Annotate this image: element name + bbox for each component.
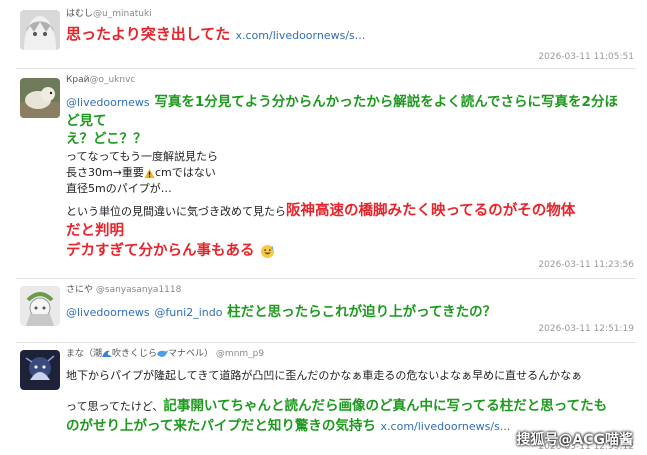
author-line: はむし@u_minatuki <box>66 8 636 20</box>
handle[interactable]: @mnm_p9 <box>216 349 264 359</box>
tweet-text: @livedoornews @funi2_indo 柱だと思ったらこれが迫り上が… <box>66 302 636 323</box>
tweet-link[interactable]: x.com/livedoornews/s... <box>381 420 511 433</box>
mention-link[interactable]: @livedoornews <box>66 96 150 109</box>
text-highlight-red: 思ったより突き出してた <box>66 25 231 43</box>
timestamp[interactable]: 2026-03-11 11:05:51 <box>538 52 634 62</box>
divider <box>16 68 636 69</box>
tweet-line: デカすぎて分からん事もある <box>66 241 636 261</box>
author-line: まな（潮 吹きくじら マナベル） @mnm_p9 <box>66 348 636 360</box>
tweet-item: さにや @sanyasanya1118 @livedoornews @funi2… <box>16 284 636 340</box>
tweet-line: だと判明 <box>66 223 124 239</box>
tweet-line: という単位の見間違いに気づき改めて見たら阪神高速の橋脚みたく映ってるのがその物体 <box>66 201 636 221</box>
mention-link[interactable]: @funi2_indo <box>154 306 222 319</box>
tweet-line: ってなってもう一度解説見たら <box>66 150 219 163</box>
display-name[interactable]: はむし <box>66 9 93 19</box>
name-segment: 吹きくじら <box>112 349 158 359</box>
text-highlight-green: 記事開いてちゃんと読んだら画像のど真ん中に写ってる柱だと思ってたも <box>163 398 608 414</box>
display-name[interactable]: Край <box>66 75 89 85</box>
sweat-smile-icon <box>260 244 274 258</box>
tweet-line: 地下からパイプが隆起してきて道路が凸凹に歪んだのかなぁ車走るの危ないよなぁ早めに… <box>66 369 583 382</box>
watermark: 搜狐号@ACG喵酱 <box>516 432 633 448</box>
text-highlight-green: 写真を1分見てよう分からんかったから解説をよく読んでさらに写真を2分ほ <box>154 94 618 110</box>
avatar[interactable] <box>20 350 60 390</box>
timestamp[interactable]: 2026-03-11 12:51:19 <box>538 324 634 334</box>
avatar[interactable] <box>20 78 60 118</box>
avatar[interactable] <box>20 10 60 50</box>
tweet-line: 長さ30m→重要 cmではない <box>66 165 636 181</box>
divider <box>16 342 636 343</box>
tweet-item: Край@o_uknvc @livedoornews 写真を1分見てよう分からん… <box>16 74 636 278</box>
text-highlight-red: 阪神高速の橋脚みたく映ってるのがその物体 <box>286 203 576 219</box>
tweet-line: って思ってたけど、記事開いてちゃんと読んだら画像のど真ん中に写ってる柱だと思って… <box>66 396 636 416</box>
tweet-text: 思ったより突き出してた x.com/livedoornews/s... <box>66 24 636 46</box>
tweet-line: ど見て <box>66 113 107 129</box>
tweet-line: 直径5mのパイプが… <box>66 182 172 195</box>
display-name[interactable]: まな（潮 吹きくじら マナベル） <box>66 349 213 359</box>
handle[interactable]: @o_uknvc <box>89 75 135 85</box>
text-segment: 長さ30m→重要 <box>66 166 144 179</box>
avatar[interactable] <box>20 286 60 326</box>
name-segment: マナベル） <box>168 349 214 359</box>
whale-icon <box>157 350 169 357</box>
text-highlight-red: デカすぎて分からん事もある <box>66 243 255 259</box>
text-highlight-green: 柱だと思ったらこれが迫り上がってきたの？ <box>227 304 497 320</box>
tweet-line: @livedoornews 写真を1分見てよう分からんかったから解説をよく読んで… <box>66 92 636 113</box>
mention-link[interactable]: @livedoornews <box>66 306 150 319</box>
tweet-feed: はむし@u_minatuki 思ったより突き出してた x.com/livedoo… <box>0 0 647 455</box>
author-line: Край@o_uknvc <box>66 74 636 86</box>
tweet-item: はむし@u_minatuki 思ったより突き出してた x.com/livedoo… <box>16 8 636 66</box>
text-highlight-green: のがせり上がって来たパイプだと知り驚きの気持ち <box>66 418 376 434</box>
divider <box>16 278 636 279</box>
author-line: さにや @sanyasanya1118 <box>66 284 636 296</box>
wave-icon <box>102 350 113 357</box>
warning-icon <box>144 168 155 178</box>
handle[interactable]: @u_minatuki <box>93 9 152 19</box>
timestamp[interactable]: 2026-03-11 11:23:56 <box>538 260 634 270</box>
name-segment: まな（潮 <box>66 349 103 359</box>
display-name[interactable]: さにや <box>66 285 93 295</box>
text-segment: って思ってたけど、 <box>66 400 164 413</box>
tweet-link[interactable]: x.com/livedoornews/s... <box>236 29 366 42</box>
tweet-line: え？どこ？？ <box>66 131 147 147</box>
text-segment: cmではない <box>154 166 216 179</box>
handle[interactable]: @sanyasanya1118 <box>96 285 181 295</box>
text-segment: という単位の見間違いに気づき改めて見たら <box>66 205 286 218</box>
